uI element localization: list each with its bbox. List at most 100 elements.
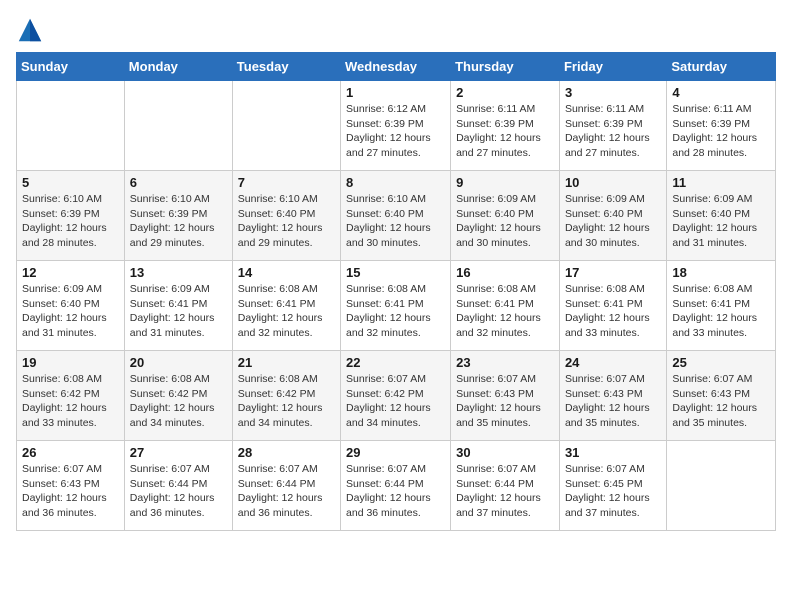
logo-icon [16,16,44,44]
calendar-cell: 20 Sunrise: 6:08 AM Sunset: 6:42 PM Dayli… [124,351,232,441]
calendar-cell: 9Sunrise: 6:09 AM Sunset: 6:40 PM Daylig… [451,171,560,261]
day-info: Sunrise: 6:09 AM Sunset: 6:40 PM Dayligh… [565,192,661,251]
calendar-cell [124,81,232,171]
calendar-cell: 4 Sunrise: 6:11 AM Sunset: 6:39 PM Daylig… [667,81,776,171]
day-number: 5 [22,175,119,190]
day-number: 6 [130,175,227,190]
day-info: Sunrise: 6:10 AM Sunset: 6:39 PM Dayligh… [22,192,119,251]
day-number: 2 [456,85,554,100]
calendar-cell: 1 Sunrise: 6:12 AM Sunset: 6:39 PM Daylig… [341,81,451,171]
calendar-cell: 2 Sunrise: 6:11 AM Sunset: 6:39 PM Daylig… [451,81,560,171]
calendar-cell: 5 Sunrise: 6:10 AM Sunset: 6:39 PM Daylig… [17,171,125,261]
calendar-cell: 8 Sunrise: 6:10 AM Sunset: 6:40 PM Daylig… [341,171,451,261]
day-number: 31 [565,445,661,460]
calendar-cell [17,81,125,171]
day-number: 29 [346,445,445,460]
calendar-week-row: 19 Sunrise: 6:08 AM Sunset: 6:42 PM Dayli… [17,351,776,441]
calendar-header-row: SundayMondayTuesdayWednesdayThursdayFrid… [17,53,776,81]
calendar-cell: 31 Sunrise: 6:07 AM Sunset: 6:45 PM Dayli… [559,441,666,531]
calendar-cell: 26Sunrise: 6:07 AM Sunset: 6:43 PM Dayli… [17,441,125,531]
calendar-cell: 16 Sunrise: 6:08 AM Sunset: 6:41 PM Dayli… [451,261,560,351]
day-number: 14 [238,265,335,280]
day-info: Sunrise: 6:07 AM Sunset: 6:44 PM Dayligh… [238,462,335,521]
calendar-cell [232,81,340,171]
calendar-cell: 7 Sunrise: 6:10 AM Sunset: 6:40 PM Daylig… [232,171,340,261]
day-number: 7 [238,175,335,190]
day-number: 10 [565,175,661,190]
calendar-cell: 22Sunrise: 6:07 AM Sunset: 6:42 PM Dayli… [341,351,451,441]
day-number: 30 [456,445,554,460]
day-info: Sunrise: 6:08 AM Sunset: 6:41 PM Dayligh… [346,282,445,341]
calendar-week-row: 1 Sunrise: 6:12 AM Sunset: 6:39 PM Daylig… [17,81,776,171]
calendar-cell: 25 Sunrise: 6:07 AM Sunset: 6:43 PM Dayli… [667,351,776,441]
day-number: 22 [346,355,445,370]
day-number: 9 [456,175,554,190]
day-number: 23 [456,355,554,370]
calendar-cell: 6 Sunrise: 6:10 AM Sunset: 6:39 PM Daylig… [124,171,232,261]
calendar-week-row: 12 Sunrise: 6:09 AM Sunset: 6:40 PM Dayli… [17,261,776,351]
day-number: 12 [22,265,119,280]
day-info: Sunrise: 6:07 AM Sunset: 6:43 PM Dayligh… [672,372,770,431]
day-number: 1 [346,85,445,100]
calendar-day-header: Friday [559,53,666,81]
day-info: Sunrise: 6:08 AM Sunset: 6:41 PM Dayligh… [672,282,770,341]
day-info: Sunrise: 6:09 AM Sunset: 6:40 PM Dayligh… [22,282,119,341]
calendar-cell: 27Sunrise: 6:07 AM Sunset: 6:44 PM Dayli… [124,441,232,531]
day-info: Sunrise: 6:07 AM Sunset: 6:44 PM Dayligh… [130,462,227,521]
day-info: Sunrise: 6:07 AM Sunset: 6:44 PM Dayligh… [346,462,445,521]
day-number: 24 [565,355,661,370]
calendar-cell: 11 Sunrise: 6:09 AM Sunset: 6:40 PM Dayli… [667,171,776,261]
day-number: 3 [565,85,661,100]
day-info: Sunrise: 6:07 AM Sunset: 6:45 PM Dayligh… [565,462,661,521]
day-number: 19 [22,355,119,370]
calendar-cell: 18 Sunrise: 6:08 AM Sunset: 6:41 PM Dayli… [667,261,776,351]
day-number: 18 [672,265,770,280]
day-info: Sunrise: 6:07 AM Sunset: 6:43 PM Dayligh… [456,372,554,431]
day-number: 25 [672,355,770,370]
calendar-cell: 30 Sunrise: 6:07 AM Sunset: 6:44 PM Dayli… [451,441,560,531]
calendar-cell: 15Sunrise: 6:08 AM Sunset: 6:41 PM Dayli… [341,261,451,351]
day-number: 4 [672,85,770,100]
day-info: Sunrise: 6:08 AM Sunset: 6:42 PM Dayligh… [130,372,227,431]
day-number: 8 [346,175,445,190]
calendar-cell: 10 Sunrise: 6:09 AM Sunset: 6:40 PM Dayli… [559,171,666,261]
day-number: 13 [130,265,227,280]
calendar-week-row: 5 Sunrise: 6:10 AM Sunset: 6:39 PM Daylig… [17,171,776,261]
calendar-cell: 24Sunrise: 6:07 AM Sunset: 6:43 PM Dayli… [559,351,666,441]
calendar-cell: 21Sunrise: 6:08 AM Sunset: 6:42 PM Dayli… [232,351,340,441]
day-info: Sunrise: 6:08 AM Sunset: 6:41 PM Dayligh… [456,282,554,341]
day-info: Sunrise: 6:10 AM Sunset: 6:40 PM Dayligh… [238,192,335,251]
calendar-day-header: Monday [124,53,232,81]
day-info: Sunrise: 6:10 AM Sunset: 6:40 PM Dayligh… [346,192,445,251]
day-info: Sunrise: 6:08 AM Sunset: 6:41 PM Dayligh… [238,282,335,341]
day-number: 16 [456,265,554,280]
calendar-day-header: Thursday [451,53,560,81]
calendar-cell: 3 Sunrise: 6:11 AM Sunset: 6:39 PM Daylig… [559,81,666,171]
calendar-day-header: Sunday [17,53,125,81]
day-info: Sunrise: 6:10 AM Sunset: 6:39 PM Dayligh… [130,192,227,251]
day-info: Sunrise: 6:11 AM Sunset: 6:39 PM Dayligh… [672,102,770,161]
day-number: 11 [672,175,770,190]
day-info: Sunrise: 6:07 AM Sunset: 6:43 PM Dayligh… [22,462,119,521]
day-info: Sunrise: 6:11 AM Sunset: 6:39 PM Dayligh… [456,102,554,161]
calendar-day-header: Wednesday [341,53,451,81]
day-info: Sunrise: 6:11 AM Sunset: 6:39 PM Dayligh… [565,102,661,161]
page-header [16,16,776,44]
calendar-cell: 17Sunrise: 6:08 AM Sunset: 6:41 PM Dayli… [559,261,666,351]
day-info: Sunrise: 6:07 AM Sunset: 6:44 PM Dayligh… [456,462,554,521]
day-info: Sunrise: 6:09 AM Sunset: 6:40 PM Dayligh… [672,192,770,251]
day-info: Sunrise: 6:08 AM Sunset: 6:42 PM Dayligh… [22,372,119,431]
calendar-cell: 12 Sunrise: 6:09 AM Sunset: 6:40 PM Dayli… [17,261,125,351]
calendar-cell: 19 Sunrise: 6:08 AM Sunset: 6:42 PM Dayli… [17,351,125,441]
day-number: 20 [130,355,227,370]
calendar-week-row: 26Sunrise: 6:07 AM Sunset: 6:43 PM Dayli… [17,441,776,531]
day-info: Sunrise: 6:12 AM Sunset: 6:39 PM Dayligh… [346,102,445,161]
calendar-cell: 13 Sunrise: 6:09 AM Sunset: 6:41 PM Dayli… [124,261,232,351]
logo [16,16,48,44]
day-number: 28 [238,445,335,460]
day-number: 21 [238,355,335,370]
day-info: Sunrise: 6:09 AM Sunset: 6:41 PM Dayligh… [130,282,227,341]
calendar-table: SundayMondayTuesdayWednesdayThursdayFrid… [16,52,776,531]
calendar-cell: 14 Sunrise: 6:08 AM Sunset: 6:41 PM Dayli… [232,261,340,351]
calendar-cell [667,441,776,531]
